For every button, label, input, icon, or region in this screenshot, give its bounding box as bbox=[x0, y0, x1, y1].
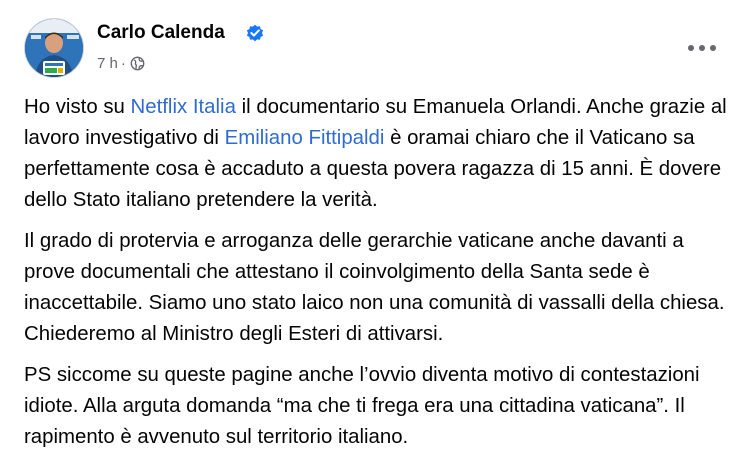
post-body: Ho visto su Netflix Italia il documentar… bbox=[24, 92, 734, 460]
post-paragraph-1: Ho visto su Netflix Italia il documentar… bbox=[24, 92, 734, 216]
globe-icon[interactable] bbox=[130, 56, 145, 71]
author-name[interactable]: Carlo Calenda bbox=[97, 20, 225, 46]
post-paragraph-3: PS siccome su queste pagine anche l’ovvi… bbox=[24, 360, 734, 453]
paragraph-text: Ho visto su bbox=[24, 96, 131, 118]
post-timestamp[interactable]: 7 h bbox=[97, 55, 118, 72]
verified-badge-icon bbox=[246, 24, 264, 42]
emiliano-fittipaldi-link[interactable]: Emiliano Fittipaldi bbox=[225, 127, 385, 149]
facebook-post: Carlo Calenda 7 h · Ho visto su Netflix I… bbox=[0, 0, 748, 460]
avatar-photo bbox=[25, 19, 83, 77]
paragraph-text: Il grado di protervia e arroganza delle … bbox=[24, 230, 725, 345]
more-horizontal-icon bbox=[688, 45, 716, 51]
netflix-italia-link[interactable]: Netflix Italia bbox=[131, 96, 236, 118]
author-avatar[interactable] bbox=[24, 18, 84, 78]
meta-separator: · bbox=[120, 55, 126, 72]
more-options-button[interactable] bbox=[680, 30, 724, 66]
post-paragraph-2: Il grado di protervia e arroganza delle … bbox=[24, 226, 734, 350]
post-meta: 7 h · bbox=[97, 54, 145, 74]
paragraph-text: PS siccome su queste pagine anche l’ovvi… bbox=[24, 364, 700, 448]
